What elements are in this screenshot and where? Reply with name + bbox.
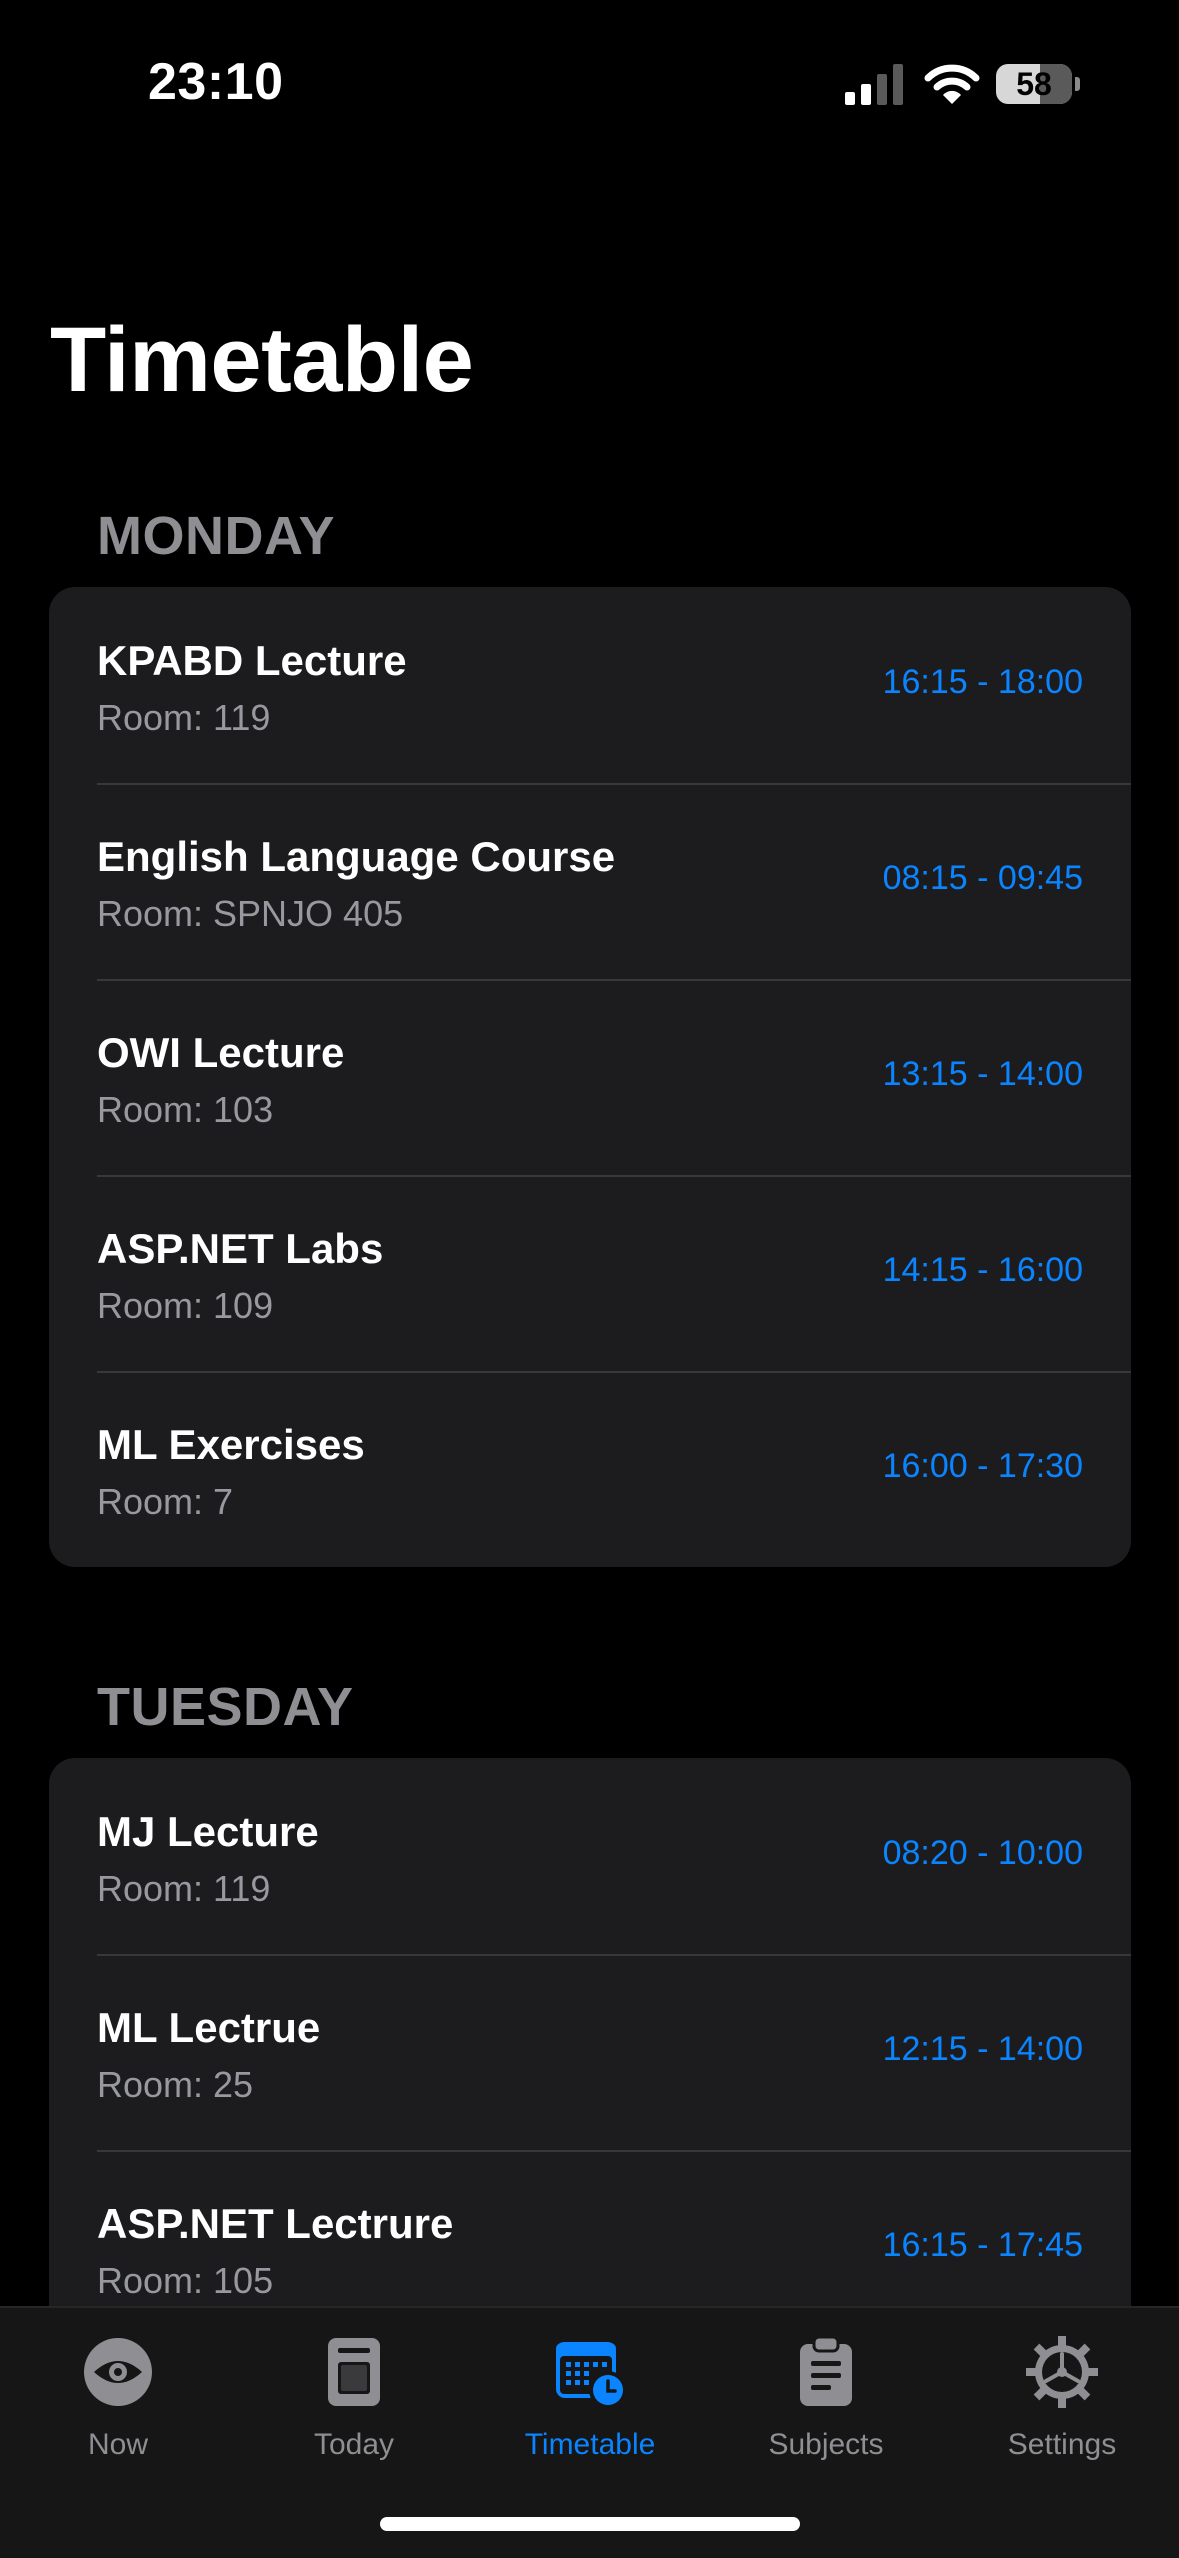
class-room: Room: 7 — [97, 1481, 234, 1522]
gear-icon — [1026, 2336, 1098, 2408]
class-time: 08:15 - 09:45 — [882, 859, 1083, 897]
tab-label: Timetable — [524, 2428, 656, 2461]
tab-label: Now — [87, 2428, 148, 2461]
calendar-clock-icon — [556, 2342, 627, 2409]
class-time: 16:00 - 17:30 — [882, 1447, 1083, 1485]
status-time: 23:10 — [148, 53, 284, 111]
home-indicator — [380, 2517, 800, 2531]
tab-timetable[interactable]: Timetable — [472, 2322, 708, 2482]
timetable-row[interactable]: OWI Lecture Room: 103 13:15 - 14:00 — [49, 979, 1131, 1175]
class-title: OWI Lecture — [97, 1029, 345, 1076]
class-title: ASP.NET Labs — [97, 1225, 384, 1272]
timetable-row[interactable]: ML Lectrue Room: 25 12:15 - 14:00 — [49, 1954, 1131, 2150]
class-room: Room: 119 — [97, 1868, 271, 1909]
clipboard-icon — [800, 2335, 852, 2406]
status-bar: 23:10 58 — [0, 0, 1179, 150]
battery-icon: 58 — [996, 62, 1080, 106]
class-title: ML Exercises — [97, 1421, 365, 1468]
class-room: Room: 103 — [97, 1089, 274, 1130]
tab-label: Subjects — [768, 2428, 884, 2461]
cellular-signal-icon — [845, 64, 903, 105]
tab-label: Today — [313, 2428, 395, 2461]
section-card-tuesday: MJ Lecture Room: 119 08:20 - 10:00 ML Le… — [49, 1758, 1131, 2358]
battery-nub — [1075, 77, 1080, 91]
section-header-monday: MONDAY — [97, 506, 336, 566]
battery-body: 58 — [996, 64, 1072, 104]
class-room: Room: SPNJO 405 — [97, 893, 404, 934]
tab-today[interactable]: Today — [236, 2322, 472, 2482]
section-header-tuesday: TUESDAY — [97, 1677, 354, 1737]
class-room: Room: 105 — [97, 2260, 274, 2301]
class-room: Room: 25 — [97, 2064, 254, 2105]
section-card-monday: KPABD Lecture Room: 119 16:15 - 18:00 En… — [49, 587, 1131, 1567]
class-time: 08:20 - 10:00 — [882, 1834, 1083, 1872]
tab-settings[interactable]: Settings — [944, 2322, 1179, 2482]
class-room: Room: 119 — [97, 697, 271, 738]
tab-subjects[interactable]: Subjects — [708, 2322, 944, 2482]
timetable-row[interactable]: KPABD Lecture Room: 119 16:15 - 18:00 — [49, 587, 1131, 783]
class-title: ML Lectrue — [97, 2004, 321, 2051]
wifi-icon — [924, 64, 980, 104]
timetable-row[interactable]: English Language Course Room: SPNJO 405 … — [49, 783, 1131, 979]
class-room: Room: 109 — [97, 1285, 274, 1326]
timetable-row[interactable]: MJ Lecture Room: 119 08:20 - 10:00 — [49, 1758, 1131, 1954]
page-icon — [328, 2338, 380, 2406]
class-time: 12:15 - 14:00 — [882, 2030, 1083, 2068]
class-title: MJ Lecture — [97, 1808, 319, 1855]
battery-level: 58 — [1016, 66, 1052, 102]
eye-icon — [84, 2338, 152, 2406]
page-title: Timetable — [50, 309, 474, 411]
tab-label: Settings — [1007, 2428, 1117, 2461]
class-time: 13:15 - 14:00 — [882, 1055, 1083, 1093]
class-title: KPABD Lecture — [97, 637, 407, 684]
timetable-row[interactable]: ASP.NET Labs Room: 109 14:15 - 16:00 — [49, 1175, 1131, 1371]
tab-now[interactable]: Now — [0, 2322, 236, 2482]
class-time: 16:15 - 18:00 — [882, 663, 1083, 701]
class-title: ASP.NET Lectrure — [97, 2200, 454, 2247]
class-title: English Language Course — [97, 833, 616, 880]
class-time: 14:15 - 16:00 — [882, 1251, 1083, 1289]
class-time: 16:15 - 17:45 — [882, 2226, 1083, 2264]
timetable-row[interactable]: ML Exercises Room: 7 16:00 - 17:30 — [49, 1371, 1131, 1567]
